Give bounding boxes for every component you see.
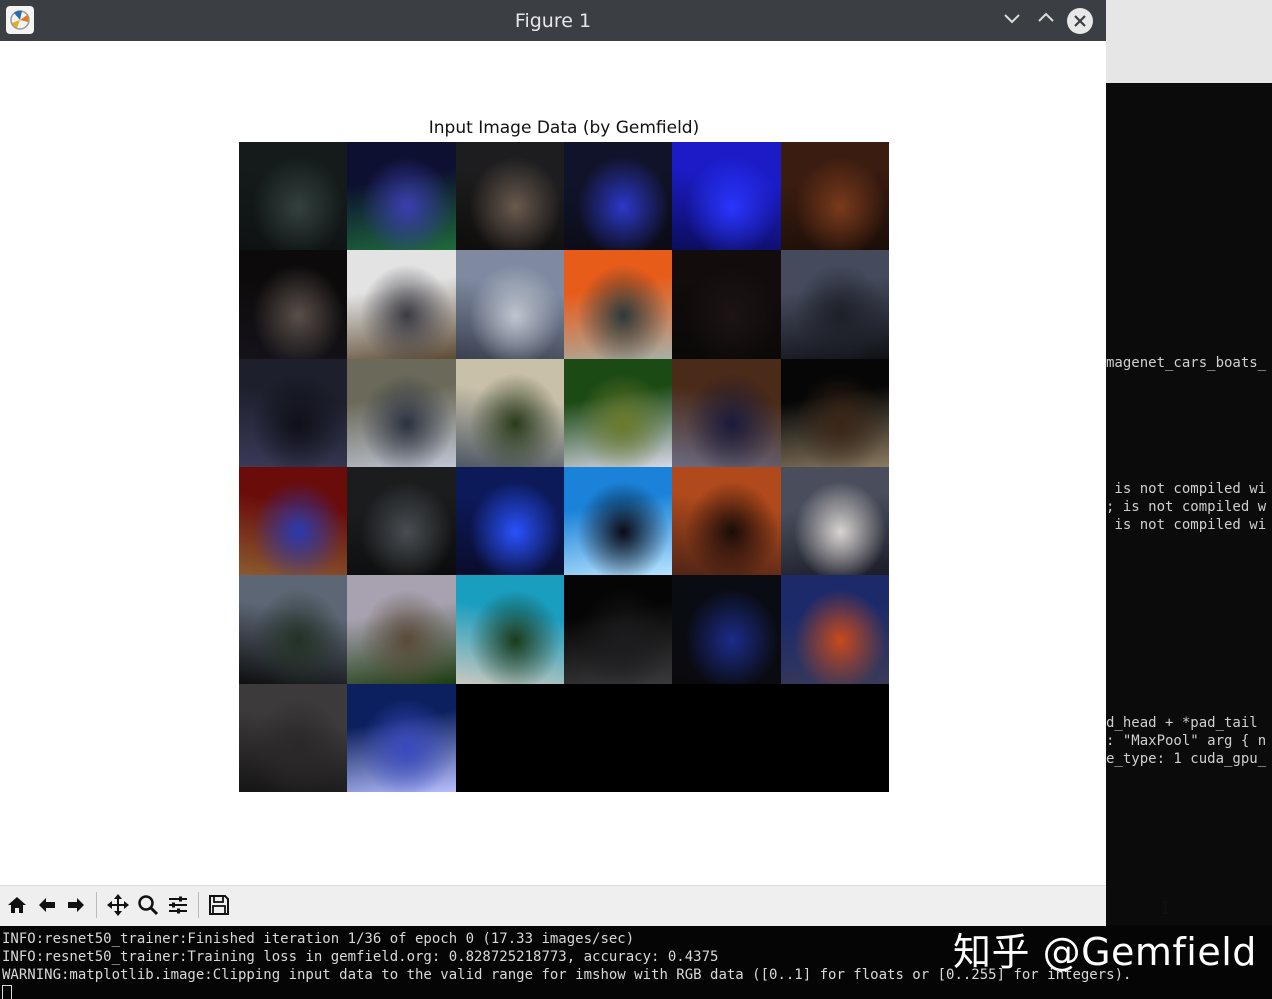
terminal-cursor — [2, 985, 12, 999]
image-tile — [455, 358, 564, 467]
image-tile — [780, 250, 889, 359]
image-tile — [780, 575, 889, 684]
empty-tile — [672, 683, 781, 792]
zoom-button[interactable] — [134, 891, 162, 919]
image-tile — [239, 142, 348, 251]
chevron-up-icon — [1038, 12, 1054, 22]
navigation-toolbar — [0, 885, 1106, 926]
image-tile — [563, 250, 673, 359]
image-tile — [563, 142, 673, 251]
terminal-line: : "MaxPool" arg { n — [1106, 733, 1267, 749]
image-tile — [780, 142, 889, 251]
image-tile — [455, 466, 564, 576]
image-tile — [563, 575, 673, 684]
image-tile — [347, 683, 456, 792]
magnifier-icon — [138, 895, 159, 916]
sliders-icon — [169, 896, 187, 914]
terminal-line: INFO:resnet50_trainer:Finished iteration… — [2, 931, 635, 947]
image-tile — [347, 466, 456, 576]
image-tile — [563, 358, 673, 467]
title-bar[interactable]: Figure 1 — [0, 0, 1106, 41]
image-tile — [455, 575, 564, 684]
toolbar-separator — [96, 892, 97, 918]
image-tile — [780, 466, 889, 576]
terminal-line: is not compiled wi — [1106, 481, 1267, 497]
chevron-down-icon — [1004, 14, 1020, 24]
image-tile — [672, 142, 781, 251]
terminal-line: d_head + *pad_tail — [1106, 715, 1258, 731]
desktop-background — [1106, 0, 1272, 83]
minimize-button[interactable] — [999, 8, 1025, 34]
back-button[interactable] — [33, 891, 61, 919]
toolbar-separator — [198, 892, 199, 918]
terminal-line: e_type: 1 cuda_gpu_ — [1106, 751, 1267, 767]
plot-title: Input Image Data (by Gemfield) — [428, 118, 700, 138]
terminal-line: ; is not compiled w — [1106, 499, 1267, 515]
maximize-button[interactable] — [1033, 8, 1059, 34]
image-tile — [672, 358, 781, 467]
terminal-line: INFO:resnet50_trainer:Training loss in g… — [2, 949, 719, 965]
home-icon — [8, 897, 26, 913]
image-tile — [239, 250, 348, 359]
floppy-disk-icon — [209, 895, 229, 915]
empty-tile — [563, 683, 673, 792]
image-tile — [239, 358, 348, 467]
terminal-line: is not compiled wi — [1106, 517, 1267, 533]
image-tile — [455, 250, 564, 359]
image-tile — [672, 466, 781, 576]
image-tile — [672, 250, 781, 359]
figure-window[interactable]: Figure 1 Input Image Data (by Gemfield) — [0, 0, 1106, 926]
image-grid[interactable] — [239, 142, 889, 792]
image-tile — [347, 575, 456, 684]
figure-canvas[interactable]: Input Image Data (by Gemfield) — [0, 41, 1106, 885]
arrow-right-icon — [68, 898, 84, 912]
terminal-window-right[interactable]: magenet_cars_boats_ is not compiled wi ;… — [1106, 83, 1272, 925]
watermark: 知乎 @Gemfield — [953, 930, 1257, 974]
move-icon — [107, 894, 129, 916]
image-tile — [347, 250, 456, 359]
image-tile — [563, 466, 673, 576]
arrow-left-icon — [39, 898, 55, 912]
window-title: Figure 1 — [514, 10, 592, 32]
image-tile — [672, 575, 781, 684]
close-icon — [1074, 15, 1086, 27]
image-tile — [347, 142, 456, 251]
save-figure-button[interactable] — [205, 891, 233, 919]
image-tile — [780, 358, 889, 467]
image-tile — [239, 466, 348, 576]
empty-tile — [455, 683, 564, 792]
close-button[interactable] — [1067, 8, 1093, 34]
pan-button[interactable] — [104, 891, 132, 919]
configure-subplots-button[interactable] — [164, 891, 192, 919]
image-tile — [347, 358, 456, 467]
home-button[interactable] — [3, 891, 31, 919]
image-tile — [239, 575, 348, 684]
image-tile — [239, 683, 348, 792]
terminal-line: magenet_cars_boats_ — [1106, 355, 1267, 371]
text-cursor-icon: I — [1160, 898, 1171, 919]
empty-tile — [780, 683, 889, 792]
image-tile — [455, 142, 564, 251]
forward-button[interactable] — [62, 891, 90, 919]
